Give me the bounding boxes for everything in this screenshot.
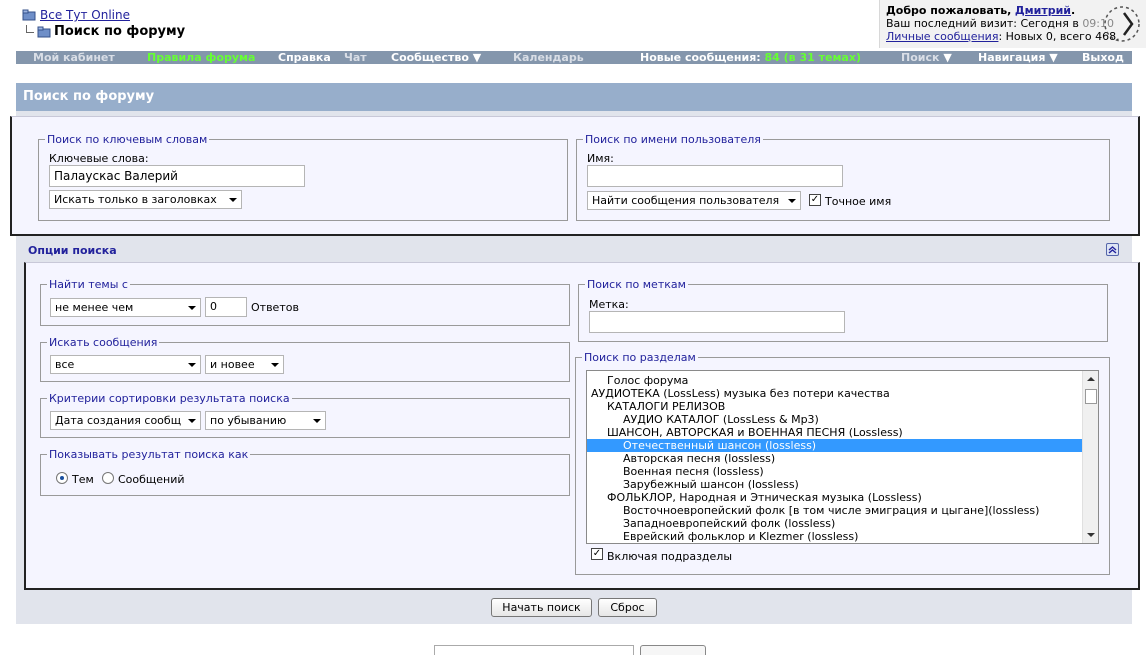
section-list-item[interactable]: Восточноевропейский фолк [в том числе эм…: [587, 504, 1082, 517]
forum-sections-listbox[interactable]: Еврейский фольклор и Klezmer (lossless) З…: [586, 370, 1099, 544]
start-search-button[interactable]: Начать поиск: [491, 598, 592, 617]
nav-my-cabinet[interactable]: Мой кабинет: [33, 51, 115, 64]
nav-new-messages[interactable]: Новые сообщения: 84 (в 31 темах): [640, 51, 861, 64]
tag-label: Метка:: [589, 298, 629, 311]
nav-navigation[interactable]: Навигация ▼: [978, 51, 1058, 64]
nav-help[interactable]: Справка: [278, 51, 331, 64]
page-title: Поиск по форуму: [54, 24, 186, 39]
exact-name-checkbox[interactable]: ✓: [809, 194, 821, 206]
username-link[interactable]: Дмитрий: [1015, 4, 1071, 17]
nav-logout[interactable]: Выход: [1082, 51, 1124, 64]
collapse-icon[interactable]: [1106, 243, 1119, 256]
message-direction-select[interactable]: и новее: [205, 355, 284, 374]
tree-line-icon: [26, 24, 34, 33]
welcome-box: Добро пожаловать, Дмитрий. Ваш последний…: [879, 0, 1146, 48]
private-messages-link[interactable]: Личные сообщения: [886, 30, 998, 43]
nav-search[interactable]: Поиск ▼: [901, 51, 952, 64]
sort-order-select[interactable]: по убыванию: [205, 411, 326, 430]
show-as-legend: Показывать результат поиска как: [47, 448, 251, 461]
username-input[interactable]: [587, 165, 843, 187]
panel-title: Поиск по форуму: [16, 83, 1132, 111]
include-subsections-label: Включая подразделы: [607, 550, 733, 563]
tag-search-legend: Поиск по меткам: [585, 278, 688, 291]
section-list-item[interactable]: АУДИО КАТАЛОГ (LossLess & Mp3): [587, 413, 1082, 426]
bottom-search-input[interactable]: [434, 645, 634, 655]
chevron-down-icon: [188, 306, 196, 310]
top-navbar: Мой кабинет Правила форума Справка Чат С…: [16, 51, 1132, 64]
scroll-up-icon: [1087, 377, 1095, 381]
replies-compare-select[interactable]: не менее чем: [50, 298, 201, 317]
sort-field-select[interactable]: Дата создания сообщ: [50, 411, 201, 430]
search-messages-legend: Искать сообщения: [47, 336, 160, 349]
listbox-scrollbar[interactable]: [1082, 371, 1098, 543]
section-list-item[interactable]: КАТАЛОГИ РЕЛИЗОВ: [587, 400, 1082, 413]
user-mode-select[interactable]: Найти сообщения пользователя: [587, 191, 801, 210]
chevron-down-icon: [313, 419, 321, 423]
bottom-search-button[interactable]: [640, 645, 706, 655]
section-list-item[interactable]: ШАНСОН, АВТОРСКАЯ и ВОЕННАЯ ПЕСНЯ (Lossl…: [587, 426, 1082, 439]
section-list-item[interactable]: АУДИОТЕКА (LossLess) музыка без потери к…: [587, 387, 1082, 400]
keywords-input[interactable]: Палаускас Валерий: [49, 165, 305, 187]
last-visit-text: Ваш последний визит: Сегодня в: [886, 17, 1079, 30]
exact-name-label: Точное имя: [825, 195, 892, 208]
chevron-down-icon: ▼: [943, 51, 952, 64]
find-topics-legend: Найти темы с: [47, 278, 130, 291]
reset-button[interactable]: Сброс: [598, 598, 657, 617]
section-list-item[interactable]: Голос форума: [587, 374, 1082, 387]
forum-home-icon: [22, 9, 36, 21]
tag-input[interactable]: [589, 311, 845, 333]
show-posts-radio[interactable]: [102, 472, 114, 484]
keywords-label: Ключевые слова:: [49, 152, 149, 165]
breadcrumb: Все Тут Online Поиск по форуму: [22, 8, 185, 39]
username-label: Имя:: [587, 152, 614, 165]
section-list-item[interactable]: Западноевропейский фолк (lossless): [587, 517, 1082, 530]
keyword-scope-select[interactable]: Искать только в заголовках: [49, 190, 242, 209]
replies-unit-label: Ответов: [251, 301, 299, 314]
show-topics-label: Тем: [72, 473, 94, 486]
chevron-down-icon: ▼: [472, 51, 482, 64]
scroll-down-icon: [1087, 533, 1095, 537]
chevron-down-icon: [188, 419, 196, 423]
show-topics-radio[interactable]: [56, 472, 68, 484]
section-list-item[interactable]: Отечественный шансон (lossless): [587, 439, 1082, 452]
section-list-item[interactable]: Еврейский фольклор и Klezmer (lossless): [587, 530, 1082, 543]
section-list-item[interactable]: ФОЛЬКЛОР, Народная и Этническая музыка (…: [587, 491, 1082, 504]
nav-community[interactable]: Сообщество ▼: [391, 51, 481, 64]
nav-calendar[interactable]: Календарь: [513, 51, 584, 64]
nav-forum-rules[interactable]: Правила форума: [147, 51, 255, 64]
chevron-down-icon: [271, 363, 279, 367]
breadcrumb-home-link[interactable]: Все Тут Online: [40, 8, 130, 22]
user-search-legend: Поиск по имени пользователя: [583, 133, 763, 146]
section-list-item[interactable]: Военная песня (lossless): [587, 465, 1082, 478]
search-options-title: Опции поиска: [16, 240, 1132, 262]
welcome-greeting: Добро пожаловать,: [886, 4, 1012, 17]
keyword-search-legend: Поиск по ключевым словам: [45, 133, 210, 146]
folder-icon: [37, 26, 51, 38]
section-search-legend: Поиск по разделам: [582, 351, 698, 364]
include-subsections-checkbox[interactable]: ✓: [591, 548, 603, 560]
sort-legend: Критерии сортировки результата поиска: [47, 392, 292, 405]
chevron-down-icon: [188, 363, 196, 367]
scroll-thumb[interactable]: [1085, 389, 1097, 404]
nav-chat[interactable]: Чат: [344, 51, 367, 64]
clock-icon: [1102, 4, 1142, 44]
replies-count-input[interactable]: 0: [205, 297, 247, 317]
section-list-item[interactable]: Авторская песня (lossless): [587, 452, 1082, 465]
section-list-item[interactable]: Зарубежный шансон (lossless): [587, 478, 1082, 491]
message-period-select[interactable]: все: [50, 355, 201, 374]
chevron-down-icon: ▼: [1049, 51, 1058, 64]
show-posts-label: Сообщений: [118, 473, 185, 486]
chevron-down-icon: [788, 199, 796, 203]
chevron-down-icon: [229, 198, 237, 202]
